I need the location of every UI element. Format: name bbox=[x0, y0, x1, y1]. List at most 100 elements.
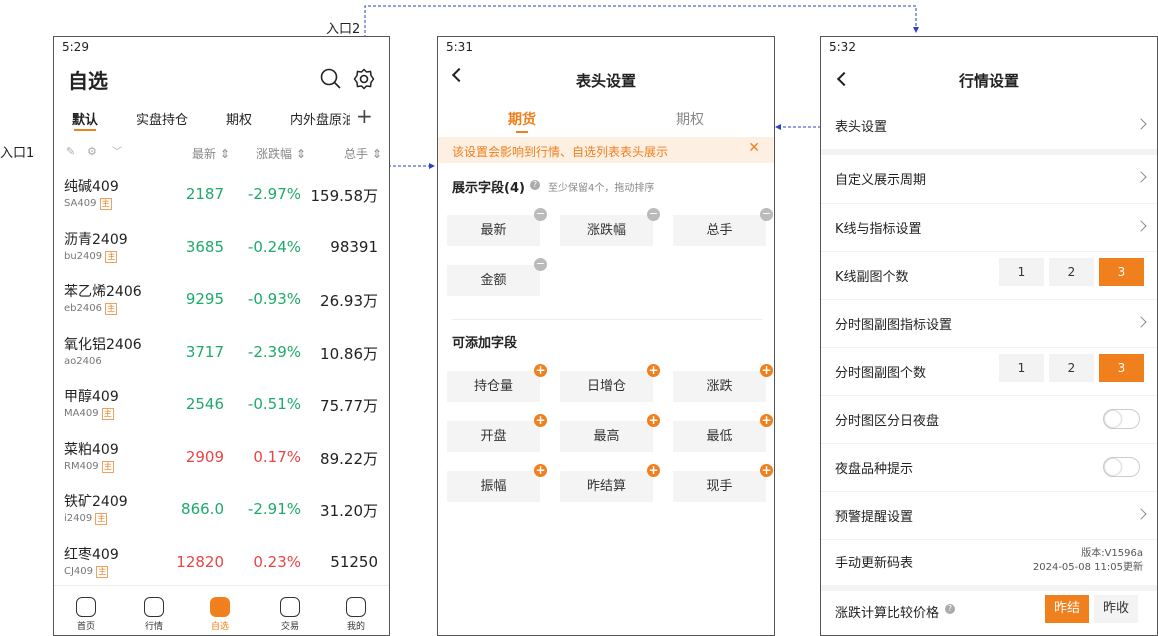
addable-field-chip[interactable]: 昨结算 bbox=[560, 471, 653, 502]
add-field-icon[interactable]: + bbox=[534, 414, 547, 427]
tab-futures[interactable]: 期货 bbox=[508, 109, 536, 129]
column-change[interactable]: 涨跌幅 ⇕ bbox=[256, 145, 306, 162]
nav-label: 行情 bbox=[144, 622, 163, 632]
addable-field-chip[interactable]: 涨跌 bbox=[673, 371, 766, 402]
chevron-right-icon bbox=[1135, 316, 1147, 328]
latest-price: 866.0 bbox=[181, 500, 224, 518]
chevron-right-icon bbox=[1135, 508, 1147, 520]
quote-row[interactable]: 苯乙烯2406 eb2406 主 9295 -0.93% 26.93万 bbox=[54, 278, 389, 331]
remove-field-icon[interactable]: − bbox=[534, 208, 547, 221]
add-field-icon[interactable]: + bbox=[534, 464, 547, 477]
main-contract-badge: 主 bbox=[101, 460, 114, 473]
chip-label: 开盘 bbox=[480, 429, 507, 444]
nav-item[interactable]: 交易 bbox=[270, 597, 310, 632]
nav-item[interactable]: 我的 bbox=[336, 597, 376, 632]
nav-label: 自选 bbox=[210, 622, 229, 632]
main-contract-badge: 主 bbox=[96, 565, 109, 578]
watchlist-icon bbox=[210, 597, 230, 617]
shown-field-chip[interactable]: 最新 bbox=[447, 215, 540, 246]
add-field-icon[interactable]: + bbox=[647, 364, 660, 377]
edit-icon[interactable]: ✎ bbox=[66, 145, 75, 158]
nav-item[interactable]: 行情 bbox=[134, 597, 174, 632]
kline-count-1[interactable]: 1 bbox=[999, 258, 1044, 286]
column-volume[interactable]: 总手 ⇕ bbox=[344, 145, 382, 162]
remove-field-icon[interactable]: − bbox=[534, 258, 547, 271]
period-item[interactable]: 自定义展示周期 bbox=[821, 155, 1157, 203]
chevron-down-icon[interactable]: ﹀ bbox=[112, 143, 122, 158]
ts-count-3[interactable]: 3 bbox=[1099, 354, 1144, 382]
addable-field-chip[interactable]: 最低 bbox=[673, 421, 766, 452]
shown-field-chip[interactable]: 涨跌幅 bbox=[560, 215, 653, 246]
alert-label: 预警提醒设置 bbox=[835, 510, 914, 525]
chip-label: 持仓量 bbox=[473, 379, 513, 394]
contract-name: 苯乙烯2406 bbox=[64, 284, 142, 300]
quote-row[interactable]: 铁矿2409 i2409 主 866.0 -2.91% 31.20万 bbox=[54, 488, 389, 541]
contract-code: RM409 主 bbox=[64, 460, 114, 473]
chip-label: 涨跌幅 bbox=[586, 223, 626, 238]
latest-price: 12820 bbox=[176, 552, 224, 571]
add-field-icon[interactable]: + bbox=[534, 364, 547, 377]
ts-count-2[interactable]: 2 bbox=[1049, 354, 1094, 382]
remove-field-icon[interactable]: − bbox=[760, 208, 773, 221]
column-change-label: 涨跌幅 bbox=[256, 147, 293, 161]
ts-count-label: 分时图副图个数 bbox=[835, 366, 927, 381]
add-field-icon[interactable]: + bbox=[760, 464, 773, 477]
addable-fields-title: 可添加字段 bbox=[452, 336, 518, 351]
add-field-icon[interactable]: + bbox=[647, 464, 660, 477]
tab-options[interactable]: 期权 bbox=[226, 109, 252, 128]
shown-field-chip[interactable]: 金额 bbox=[447, 265, 540, 296]
contract-name: 氧化铝2406 bbox=[64, 336, 142, 353]
addable-field-chip[interactable]: 持仓量 bbox=[447, 371, 540, 402]
manual-update-item[interactable]: 手动更新码表 版本:V1596a 2024-05-08 11:05更新 bbox=[821, 539, 1157, 583]
help-icon[interactable]: ? bbox=[945, 604, 955, 614]
close-icon[interactable]: ✕ bbox=[748, 140, 760, 156]
ts-split-toggle[interactable] bbox=[1103, 409, 1140, 429]
kline-count-2[interactable]: 2 bbox=[1049, 258, 1094, 286]
ts-indicator-item[interactable]: 分时图副图指标设置 bbox=[821, 299, 1157, 347]
notice-bar: 该设置会影响到行情、自选列表表头展示 ✕ bbox=[438, 137, 774, 163]
tab-holdings[interactable]: 实盘持仓 bbox=[136, 109, 188, 128]
remove-field-icon[interactable]: − bbox=[647, 208, 660, 221]
watchlist-tabs: 默认 实盘持仓 期权 内外盘原油 + bbox=[54, 104, 389, 133]
nav-item[interactable]: 首页 bbox=[66, 597, 106, 632]
tab-options[interactable]: 期权 bbox=[676, 109, 704, 129]
ts-count-1[interactable]: 1 bbox=[999, 354, 1044, 382]
quote-row[interactable]: 纯碱409 SA409 主 2187 -2.97% 159.58万 bbox=[54, 173, 389, 226]
chip-label: 日增仓 bbox=[586, 379, 626, 394]
settings-gear-icon[interactable] bbox=[353, 68, 375, 90]
contract-code-text: bu2409 bbox=[64, 250, 103, 262]
addable-field-chip[interactable]: 现手 bbox=[673, 471, 766, 502]
night-toggle[interactable] bbox=[1103, 457, 1140, 477]
home-icon bbox=[76, 597, 96, 617]
quote-row[interactable]: 氧化铝2406 ao2406 3717 -2.39% 10.86万 bbox=[54, 331, 389, 384]
add-field-icon[interactable]: + bbox=[760, 364, 773, 377]
quote-row[interactable]: 菜粕409 RM409 主 2909 0.17% 89.22万 bbox=[54, 436, 389, 489]
addable-field-chip[interactable]: 最高 bbox=[560, 421, 653, 452]
column-settings-icon[interactable]: ⚙ bbox=[87, 145, 97, 158]
column-latest[interactable]: 最新 ⇕ bbox=[192, 145, 230, 162]
tab-default[interactable]: 默认 bbox=[72, 109, 98, 128]
help-icon[interactable]: ? bbox=[530, 180, 540, 190]
tab-crude[interactable]: 内外盘原油 bbox=[290, 109, 350, 128]
chip-label: 昨结算 bbox=[586, 479, 626, 494]
search-icon[interactable] bbox=[320, 68, 342, 90]
compare-prev-settle[interactable]: 昨结 bbox=[1045, 595, 1089, 623]
change-percent: 0.23% bbox=[253, 552, 301, 571]
addable-field-chip[interactable]: 振幅 bbox=[447, 471, 540, 502]
quote-row[interactable]: 沥青2409 bu2409 主 3685 -0.24% 98391 bbox=[54, 226, 389, 279]
latest-price: 3685 bbox=[185, 237, 224, 256]
add-tab-icon[interactable]: + bbox=[356, 104, 373, 128]
quote-row[interactable]: 甲醇409 MA409 主 2546 -0.51% 75.77万 bbox=[54, 383, 389, 436]
shown-field-chip[interactable]: 总手 bbox=[673, 215, 766, 246]
addable-field-chip[interactable]: 日增仓 bbox=[560, 371, 653, 402]
nav-item[interactable]: 自选 bbox=[200, 597, 240, 632]
add-field-icon[interactable]: + bbox=[647, 414, 660, 427]
alert-item[interactable]: 预警提醒设置 bbox=[821, 491, 1157, 539]
addable-field-chip[interactable]: 开盘 bbox=[447, 421, 540, 452]
kline-count-3[interactable]: 3 bbox=[1099, 258, 1144, 286]
compare-prev-close[interactable]: 昨收 bbox=[1094, 595, 1138, 623]
add-field-icon[interactable]: + bbox=[760, 414, 773, 427]
header-settings-item[interactable]: 表头设置 bbox=[821, 99, 1157, 147]
chip-label: 振幅 bbox=[480, 479, 507, 494]
kline-item[interactable]: K线与指标设置 bbox=[821, 203, 1157, 251]
